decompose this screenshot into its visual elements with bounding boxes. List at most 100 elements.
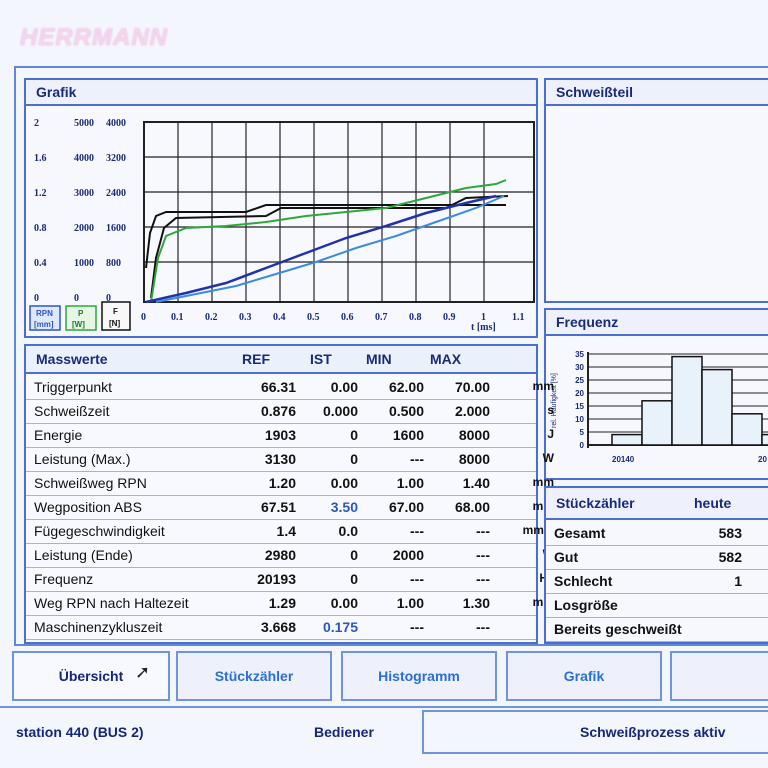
row-ref: 67.51 [260,499,296,515]
histogram-bar [671,355,703,446]
row-unit: J [547,427,554,441]
axis-label-row: 0.8 [34,223,47,234]
row-max: 1.30 [462,595,490,611]
row-min: 67.00 [388,499,424,515]
counter-row: Gut 582 [546,546,768,570]
row-ref: 1903 [264,427,296,443]
row-min: --- [410,523,424,539]
x-tick: 0.4 [273,312,286,323]
y-tick: 15 [575,402,584,411]
row-label: Wegposition ABS [34,499,142,515]
legend-f-unit: [N] [109,319,120,328]
row-max: --- [476,619,490,635]
frequency-panel: Frequenz rel. Häufigkeit [%] 35 30 25 20… [544,308,768,480]
process-status-label: Schweißprozess aktiv [580,724,726,740]
row-ref: 2980 [264,547,296,563]
axis-label-row: 1.6 [34,153,47,164]
table-row: Maschinenzykluszeit3.6680.175------s [26,616,554,640]
axis-label-row: 5000 [74,118,94,129]
row-ist: 0.00 [330,595,358,611]
axis-label-row: 800 [106,258,121,269]
x-tick: 0.5 [307,312,320,323]
y-tick: 5 [580,428,585,437]
table-row: Weg RPN nach Haltezeit1.290.001.001.30mm [26,592,554,616]
graph-svg: 2 5000 4000 1.6 4000 3200 1.2 3000 2400 … [29,118,535,333]
axis-label-row: 1000 [74,258,94,269]
histogram-bar [761,433,768,446]
x-tick-left: 20140 [612,455,635,464]
x-tick: 0.9 [443,312,456,323]
counter-col-today: heute [694,495,732,511]
axis-label-row: 0 [34,293,39,304]
row-ref: 1.20 [268,475,296,491]
table-row: Leistung (Max.) 3130 0 --- 8000 W [26,448,554,472]
frequency-histogram: rel. Häufigkeit [%] 35 30 25 20 15 10 5 … [551,350,768,464]
histogram-bar [611,433,643,446]
row-min: 62.00 [388,379,424,395]
axis-label-row: 2 [34,118,39,129]
counter-title: Stückzähler [556,495,635,511]
row-ref: 66.31 [260,379,296,395]
counter-value: 583 [718,525,742,541]
row-min: --- [410,571,424,587]
table-row: Leistung (Ende)298002000---W [26,544,554,568]
weld-part-title: Schweißteil [546,80,768,106]
counter-row: Bereits geschweißt [546,618,768,642]
row-ref: 1.4 [276,523,296,539]
nav-extra-button[interactable] [670,651,768,701]
counter-value: 582 [718,549,742,565]
row-max: 70.00 [454,379,490,395]
legend-f-label: F [113,307,118,316]
counter-header: Stückzähler heute [546,488,768,520]
x-tick: 0.6 [341,312,354,323]
frequency-title: Frequenz [546,310,768,336]
axis-label-row: 2000 [74,223,94,234]
row-ref: 20193 [257,571,296,587]
row-min: 1.00 [396,475,424,491]
nav-graph-button[interactable]: Grafik [506,651,662,701]
row-ref: 1.29 [268,595,296,611]
counter-label: Schlecht [554,573,613,589]
counter-label: Bereits geschweißt [554,621,682,637]
row-label: Fügegeschwindigkeit [34,523,165,539]
counter-row: Losgröße [546,594,768,618]
col-max: MAX [430,351,462,367]
counter-panel: Stückzähler heute Gesamt 583 Gut 582 Schlech… [544,486,768,644]
row-ref: 0.876 [260,403,296,419]
table-row: Energie 1903 0 1600 8000 J [26,424,554,448]
row-ist: 0.175 [322,619,358,635]
row-max: 1.40 [462,475,490,491]
row-ist: 0.0 [338,523,358,539]
row-unit: mm [532,379,554,393]
histogram-bar [701,368,733,446]
table-row: Schweißzeit 0.876 0.000 0.500 2.000 s [26,400,554,424]
status-divider [0,706,768,708]
y-tick: 20 [575,389,584,398]
row-ist: 0 [350,451,358,467]
row-ist: 3.50 [330,499,358,515]
row-max: --- [476,571,490,587]
row-ref: 3.668 [260,619,296,635]
row-ist: 0 [350,571,358,587]
station-label: station 440 (BUS 2) [16,724,144,740]
x-axis-unit: t [ms] [471,322,496,333]
row-label: Triggerpunkt [34,379,113,395]
y-tick: 0 [580,441,585,450]
nav-histogram-button[interactable]: Histogramm [341,651,497,701]
col-min: MIN [366,351,392,367]
legend-rpn-unit: [mm] [34,320,54,329]
row-max: 8000 [458,451,490,467]
measurement-header: Masswerte REF IST MIN MAX [26,346,536,374]
row-ist: 0 [350,427,358,443]
nav-counter-button[interactable]: Stückzähler [176,651,332,701]
row-label: Leistung (Max.) [34,451,131,467]
row-max: 8000 [458,427,490,443]
row-max: --- [476,523,490,539]
legend-rpn-label: RPN [36,309,53,318]
operator-label: Bediener [314,724,374,740]
y-tick: 10 [575,415,584,424]
axis-label-row: 2400 [106,188,126,199]
axis-label-row: 1.2 [34,188,47,199]
row-label: Schweißweg RPN [34,475,147,491]
company-logo: HERRMANN [20,24,168,51]
